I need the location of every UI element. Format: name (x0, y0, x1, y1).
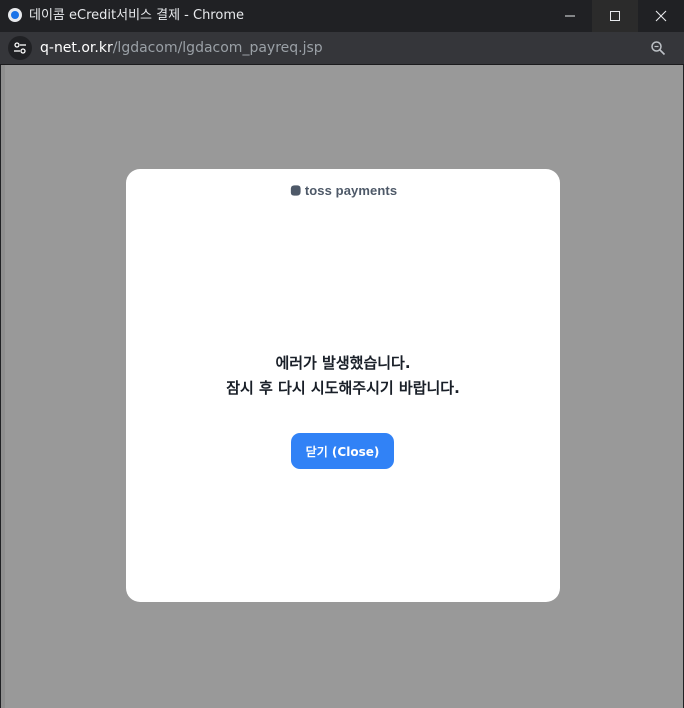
window-title: 데이콤 eCredit서비스 결제 - Chrome (29, 8, 244, 23)
background-page-edge (1, 65, 5, 708)
url-host: q-net.or.kr (40, 40, 113, 56)
close-icon (655, 10, 667, 22)
url-path: /lgdacom/lgdacom_payreq.jsp (112, 40, 323, 56)
toss-logo-icon (290, 185, 301, 196)
error-dialog: toss payments 에러가 발생했습니다. 잠시 후 다시 시도해주시기… (126, 169, 560, 602)
error-message: 에러가 발생했습니다. 잠시 후 다시 시도해주시기 바랍니다. (126, 351, 560, 401)
tune-icon (14, 42, 26, 54)
url-field[interactable]: q-net.or.kr/lgdacom/lgdacom_payreq.jsp (40, 40, 323, 56)
maximize-button[interactable] (592, 0, 638, 32)
zoom-button[interactable] (648, 38, 668, 58)
close-window-button[interactable] (638, 0, 684, 32)
maximize-icon (610, 11, 620, 21)
toss-payments-logo: toss payments (126, 183, 560, 198)
address-bar: q-net.or.kr/lgdacom/lgdacom_payreq.jsp (0, 32, 684, 65)
brand-name: toss payments (304, 183, 398, 198)
minimize-button[interactable] (547, 0, 593, 32)
error-message-line2: 잠시 후 다시 시도해주시기 바랍니다. (226, 379, 460, 397)
zoom-icon (651, 41, 666, 56)
close-button[interactable]: 닫기 (Close) (291, 433, 394, 469)
site-info-button[interactable] (8, 36, 32, 60)
window-titlebar: 데이콤 eCredit서비스 결제 - Chrome (0, 0, 684, 32)
error-message-line1: 에러가 발생했습니다. (275, 354, 411, 372)
minimize-icon (565, 15, 575, 17)
chrome-app-icon (8, 8, 22, 22)
